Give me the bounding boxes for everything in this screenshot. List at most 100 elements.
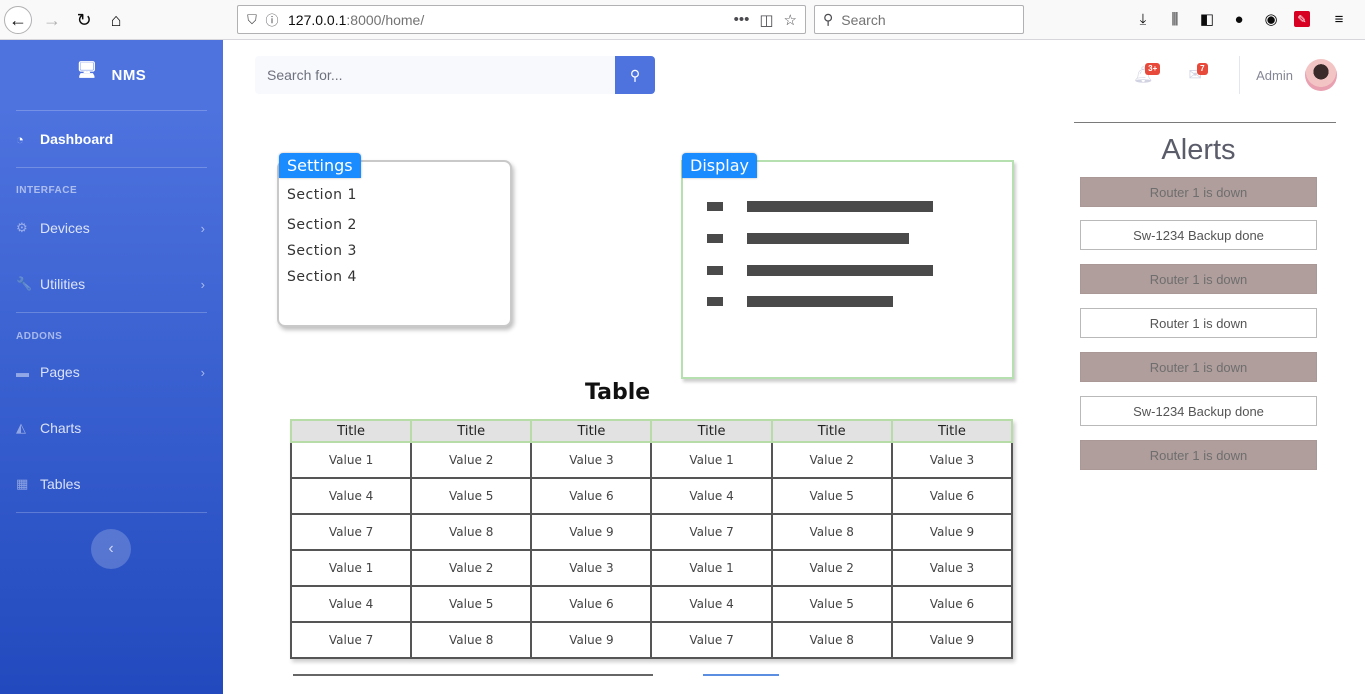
topbar-search: ⚲ xyxy=(255,56,655,94)
sidebar-item-tables[interactable]: ▦ Tables xyxy=(0,464,223,504)
alert-item[interactable]: Router 1 is down xyxy=(1080,308,1317,338)
alerts-panel: Alerts Router 1 is down Sw-1234 Backup d… xyxy=(1074,110,1336,490)
table-row: Value 4 Value 5 Value 6 Value 4 Value 5 … xyxy=(289,585,1014,623)
list-bullet xyxy=(707,297,723,306)
back-arrow-icon[interactable]: ← xyxy=(4,6,32,34)
alert-item[interactable]: Router 1 is down xyxy=(1080,352,1317,382)
sidebar-item-label: Devices xyxy=(40,220,90,236)
avatar[interactable] xyxy=(1305,59,1337,91)
alert-item[interactable]: Sw-1234 Backup done xyxy=(1080,396,1317,426)
alerts-dropdown[interactable]: 🔔︎ 3+ xyxy=(1123,55,1163,95)
table-cell: Value 1 xyxy=(289,441,413,479)
library-icon[interactable]: ⫼ xyxy=(1166,8,1184,30)
sidebar-divider xyxy=(16,512,207,513)
list-bar xyxy=(747,201,933,212)
table-row: Value 1 Value 2 Value 3 Value 1 Value 2 … xyxy=(289,441,1014,479)
account-icon[interactable]: ● xyxy=(1230,8,1248,30)
sidebar-item-charts[interactable]: ◭ Charts xyxy=(0,408,223,448)
alert-item[interactable]: Router 1 is down xyxy=(1080,440,1317,470)
user-name[interactable]: Admin xyxy=(1256,68,1293,83)
table-cell: Value 8 xyxy=(770,621,893,659)
sidebar-toggle-button[interactable]: ‹ xyxy=(91,529,131,569)
sidebar-item-label: Charts xyxy=(40,420,82,436)
table-header: Title xyxy=(410,419,533,443)
table-cell: Value 4 xyxy=(650,585,773,623)
extension-red-icon[interactable]: ✎ xyxy=(1294,11,1310,27)
table-cell: Value 2 xyxy=(770,549,893,587)
alerts-title: Alerts xyxy=(1161,134,1236,166)
alerts-divider xyxy=(1074,122,1336,123)
sidebar-heading-interface: INTERFACE xyxy=(16,185,78,196)
alert-item[interactable]: Router 1 is down xyxy=(1080,177,1317,207)
section-item: Section 3 xyxy=(287,243,357,259)
forward-arrow-icon[interactable]: → xyxy=(38,6,66,34)
table-cell: Value 1 xyxy=(650,549,773,587)
table-cell: Value 6 xyxy=(530,477,653,515)
sidebar-item-pages[interactable]: ▬ Pages › xyxy=(0,352,223,392)
table-row: Value 1 Value 2 Value 3 Value 1 Value 2 … xyxy=(289,549,1014,587)
table-cell: Value 3 xyxy=(890,549,1014,587)
sidebar-item-utilities[interactable]: 🔧 Utilities › xyxy=(0,264,223,304)
table-cell: Value 5 xyxy=(410,477,533,515)
browser-search-box[interactable]: ⚲ Search xyxy=(814,5,1024,34)
chevron-right-icon: › xyxy=(200,220,205,236)
search-icon: ⚲ xyxy=(823,11,834,27)
table-header: Title xyxy=(770,419,893,443)
table-row: Value 7 Value 8 Value 9 Value 7 Value 8 … xyxy=(289,513,1014,551)
info-icon[interactable]: ⓘ xyxy=(262,10,282,30)
table-icon: ▦ xyxy=(16,476,29,491)
sidebar-divider xyxy=(16,167,207,168)
table-cell: Value 9 xyxy=(530,513,653,551)
messages-dropdown[interactable]: ✉ 7 xyxy=(1175,55,1215,95)
table-header: Title xyxy=(289,419,413,443)
search-button[interactable]: ⚲ xyxy=(615,56,655,94)
download-icon[interactable]: ⤓ xyxy=(1134,8,1152,30)
table-header: Title xyxy=(890,419,1014,443)
alert-item[interactable]: Sw-1234 Backup done xyxy=(1080,220,1317,250)
table-cell: Value 3 xyxy=(530,549,653,587)
pocket-icon[interactable]: ◫ xyxy=(759,11,773,29)
bookmark-star-icon[interactable]: ☆ xyxy=(784,11,797,29)
table-cell: Value 5 xyxy=(770,585,893,623)
url-text[interactable]: 127.0.0.1:8000/home/ xyxy=(288,12,734,28)
bottom-rule xyxy=(293,674,653,676)
table-title: Table xyxy=(585,380,651,405)
folder-icon: ▬ xyxy=(16,364,29,380)
sidebar-item-dashboard[interactable]: ◔ Dashboard xyxy=(0,119,223,159)
chevron-left-icon: ‹ xyxy=(108,540,114,557)
search-icon: ⚲ xyxy=(629,66,641,83)
data-table: Title Title Title Title Title Title Valu… xyxy=(289,419,1014,659)
cog-icon: ⚙ xyxy=(16,220,28,235)
table-cell: Value 2 xyxy=(410,549,533,587)
topbar-divider xyxy=(1239,56,1241,94)
table-header: Title xyxy=(530,419,653,443)
sidebar-divider xyxy=(16,312,207,313)
chevron-right-icon: › xyxy=(200,276,205,292)
table-cell: Value 3 xyxy=(530,441,653,479)
address-bar[interactable]: ⛉ ⓘ 127.0.0.1:8000/home/ ••• ◫ ☆ xyxy=(237,5,806,34)
extension-icon[interactable]: ◉ xyxy=(1262,8,1280,30)
search-input[interactable] xyxy=(255,56,615,94)
url-path: :8000/home/ xyxy=(346,11,425,28)
sidebar-heading-addons: ADDONS xyxy=(16,331,63,342)
menu-icon[interactable]: ≡ xyxy=(1330,8,1348,30)
sidebar-toggle-icon[interactable]: ◧ xyxy=(1198,8,1216,30)
alert-item[interactable]: Router 1 is down xyxy=(1080,264,1317,294)
dashboard-wireframe: Settings Section 1 Section 2 Section 3 S… xyxy=(223,110,1073,694)
ellipsis-icon[interactable]: ••• xyxy=(734,11,750,29)
settings-tab: Settings xyxy=(279,153,361,178)
section-item: Section 2 xyxy=(287,217,357,233)
brand[interactable]: 🖥 NMS xyxy=(0,60,223,90)
home-icon[interactable]: ⌂ xyxy=(102,6,130,34)
sidebar-item-label: Tables xyxy=(40,476,81,492)
shield-icon[interactable]: ⛉ xyxy=(242,10,262,30)
table-row: Value 4 Value 5 Value 6 Value 4 Value 5 … xyxy=(289,477,1014,515)
brand-text: NMS xyxy=(111,66,147,84)
sidebar-divider xyxy=(16,110,207,111)
table-cell: Value 3 xyxy=(890,441,1014,479)
reload-icon[interactable]: ↻ xyxy=(70,6,98,34)
table-cell: Value 7 xyxy=(289,621,413,659)
sidebar: 🖥 NMS ◔ Dashboard INTERFACE ⚙ Devices › … xyxy=(0,40,223,694)
sidebar-item-devices[interactable]: ⚙ Devices › xyxy=(0,208,223,248)
sidebar-item-label: Pages xyxy=(40,364,80,380)
